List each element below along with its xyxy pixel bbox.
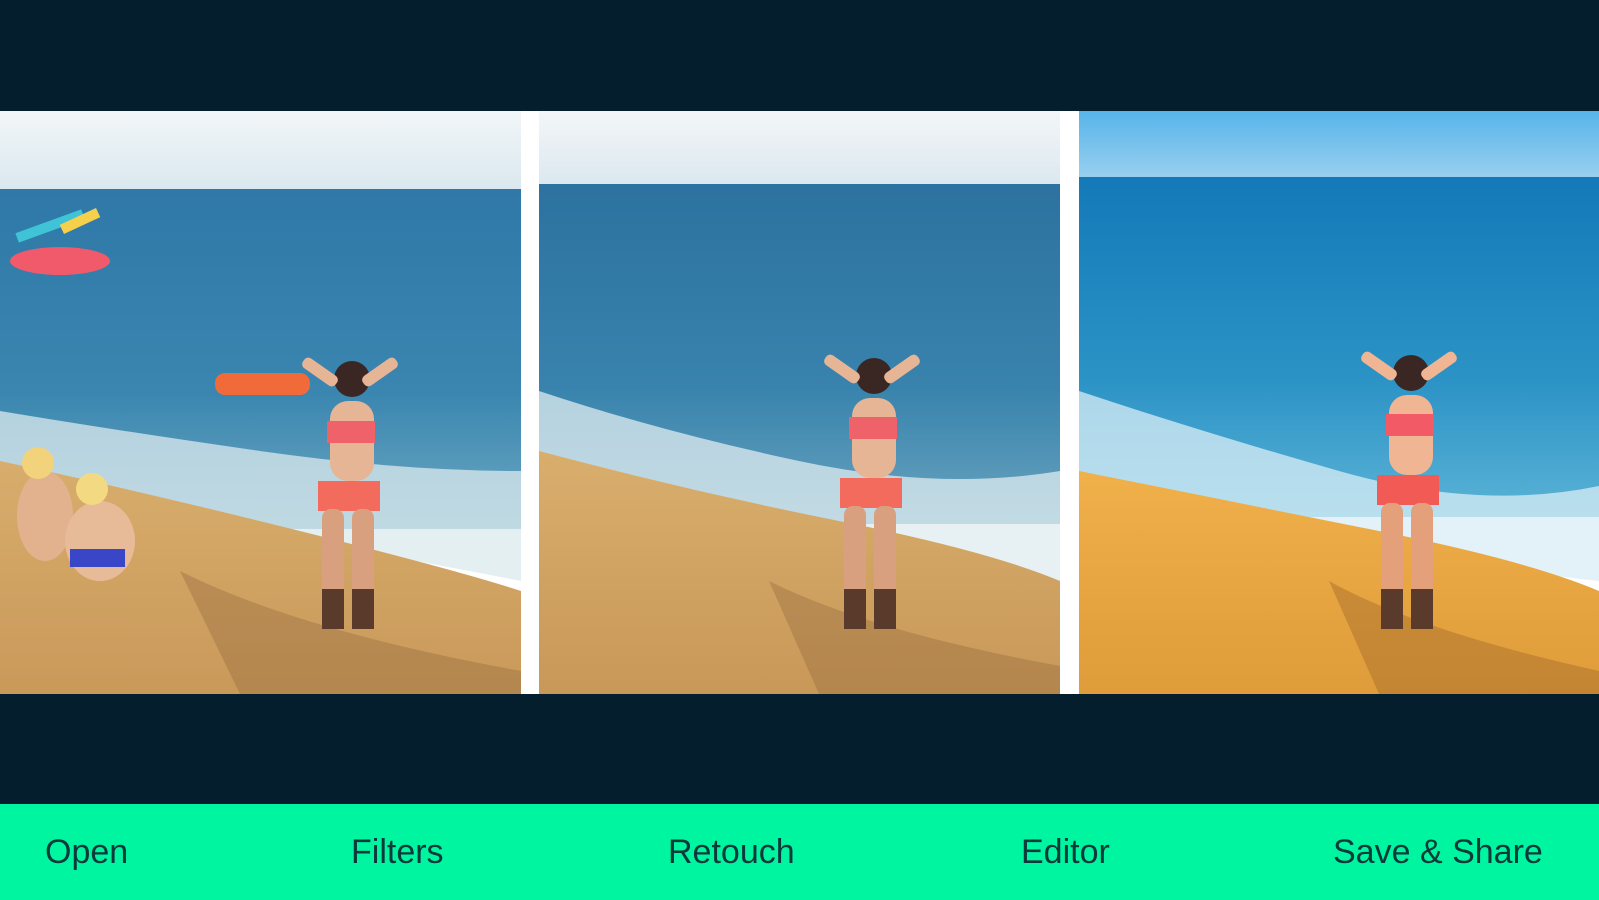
tab-open[interactable]: Open [45, 804, 128, 900]
tab-save-share[interactable]: Save & Share [1333, 804, 1543, 900]
photo-enhanced[interactable] [1079, 111, 1599, 694]
tab-retouch[interactable]: Retouch [668, 804, 795, 900]
tab-editor[interactable]: Editor [1021, 804, 1110, 900]
photo-retouched[interactable] [539, 111, 1060, 694]
bottom-toolbar: Open Filters Retouch Editor Save & Share [0, 804, 1599, 900]
tab-filters[interactable]: Filters [351, 804, 444, 900]
app-window: Open Filters Retouch Editor Save & Share [0, 0, 1599, 900]
beach-photo-retouched-icon [539, 111, 1060, 694]
beach-photo-enhanced-icon [1079, 111, 1599, 694]
photo-before[interactable] [0, 111, 521, 694]
photo-comparison-strip [0, 111, 1599, 694]
beach-photo-original-icon [0, 111, 521, 694]
